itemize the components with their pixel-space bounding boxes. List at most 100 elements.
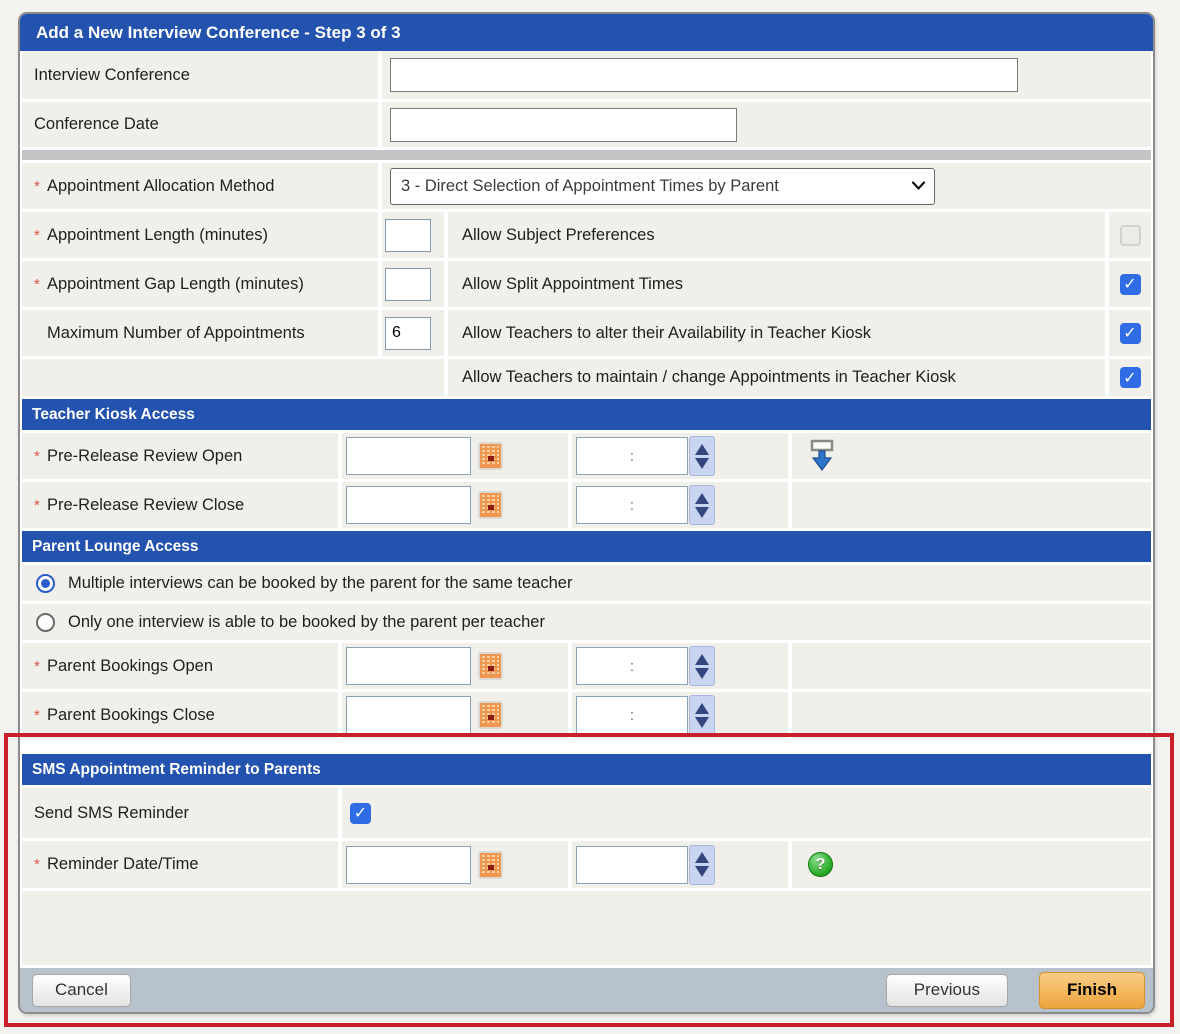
radio-row-multiple: Multiple interviews can be booked by the… [22, 565, 1151, 601]
allow-split-times-cell: Allow Split Appointment Times [448, 261, 1105, 307]
teacher-maintain-checkbox-cell [1109, 359, 1151, 396]
pre-release-open-row: * Pre-Release Review Open [22, 433, 1151, 479]
allocation-method-select-wrap: 3 - Direct Selection of Appointment Time… [390, 168, 935, 205]
appointment-gap-label-cell: * Appointment Gap Length (minutes) [22, 261, 378, 307]
required-asterisk: * [34, 227, 47, 244]
send-sms-label: Send SMS Reminder [34, 804, 189, 823]
only-one-interview-radio[interactable] [36, 613, 55, 632]
footer-bar: Cancel Previous Finish [20, 968, 1153, 1012]
pre-release-open-label-cell: * Pre-Release Review Open [22, 433, 338, 479]
reminder-date-cell [342, 841, 568, 888]
conference-date-row: Conference Date [22, 102, 1151, 147]
reminder-date-input[interactable] [346, 846, 471, 884]
multiple-interviews-radio[interactable] [36, 574, 55, 593]
reminder-extra-cell: ? [792, 841, 1151, 888]
calendar-icon[interactable] [477, 850, 504, 880]
parent-bookings-close-label: Parent Bookings Close [47, 706, 215, 725]
allow-split-times-checkbox[interactable] [1120, 274, 1141, 295]
pre-release-open-time-cell [572, 433, 788, 479]
pre-release-close-date-cell [342, 482, 568, 528]
pre-release-open-label: Pre-Release Review Open [47, 447, 242, 466]
parent-bookings-open-label: Parent Bookings Open [47, 657, 213, 676]
calendar-icon[interactable] [477, 651, 504, 681]
pre-release-close-row: * Pre-Release Review Close [22, 482, 1151, 528]
reminder-time-cell [572, 841, 788, 888]
appointment-gap-input[interactable] [385, 268, 431, 301]
allow-teacher-availability-checkbox-cell [1109, 310, 1151, 356]
pre-release-open-date-cell [342, 433, 568, 479]
dialog-title-bar: Add a New Interview Conference - Step 3 … [20, 14, 1153, 51]
interview-conference-label-cell: Interview Conference [22, 51, 378, 99]
cancel-button[interactable]: Cancel [32, 974, 131, 1007]
allow-teacher-availability-cell: Allow Teachers to alter their Availabili… [448, 310, 1105, 356]
allocation-method-label-cell: * Appointment Allocation Method [22, 163, 378, 209]
time-spinner[interactable] [689, 436, 715, 476]
appointment-gap-row: * Appointment Gap Length (minutes) Allow… [22, 261, 1151, 307]
finish-button[interactable]: Finish [1039, 972, 1145, 1009]
parent-bookings-close-row: * Parent Bookings Close [22, 692, 1151, 738]
parent-bookings-open-label-cell: * Parent Bookings Open [22, 643, 338, 689]
calendar-icon[interactable] [477, 441, 504, 471]
conference-date-label: Conference Date [34, 115, 159, 134]
only-one-interview-label: Only one interview is able to be booked … [68, 613, 545, 632]
parent-bookings-open-date-input[interactable] [346, 647, 471, 685]
reminder-time-input[interactable] [576, 846, 688, 884]
allow-subject-preferences-checkbox-cell [1109, 212, 1151, 258]
parent-bookings-close-time-input[interactable] [576, 696, 688, 734]
allocation-method-row: * Appointment Allocation Method 3 - Dire… [22, 163, 1151, 209]
parent-bookings-open-row: * Parent Bookings Open [22, 643, 1151, 689]
pre-release-close-time-input[interactable] [576, 486, 688, 524]
previous-button[interactable]: Previous [886, 974, 1008, 1007]
teacher-kiosk-header-label: Teacher Kiosk Access [32, 406, 195, 424]
sms-header-label: SMS Appointment Reminder to Parents [32, 761, 321, 779]
interview-conference-field-cell [382, 51, 1151, 99]
empty-area [22, 891, 1151, 965]
allocation-method-field-cell: 3 - Direct Selection of Appointment Time… [382, 163, 1151, 209]
radio-single-cell: Only one interview is able to be booked … [22, 604, 1151, 640]
allow-subject-preferences-cell: Allow Subject Preferences [448, 212, 1105, 258]
allow-subject-preferences-checkbox [1120, 225, 1141, 246]
parent-bookings-open-date-cell [342, 643, 568, 689]
parent-bookings-close-date-input[interactable] [346, 696, 471, 734]
appointment-gap-label: Appointment Gap Length (minutes) [47, 275, 304, 294]
calendar-icon[interactable] [477, 490, 504, 520]
parent-bookings-open-extra-cell [792, 643, 1151, 689]
copy-down-icon[interactable] [808, 439, 836, 473]
radio-row-single: Only one interview is able to be booked … [22, 604, 1151, 640]
parent-bookings-open-time-cell [572, 643, 788, 689]
help-icon[interactable]: ? [808, 852, 833, 877]
appointment-length-label: Appointment Length (minutes) [47, 226, 268, 245]
interview-conference-label: Interview Conference [34, 66, 190, 85]
appointment-length-label-cell: * Appointment Length (minutes) [22, 212, 378, 258]
time-spinner[interactable] [689, 845, 715, 885]
allow-teacher-availability-label: Allow Teachers to alter their Availabili… [462, 324, 871, 343]
conference-date-input[interactable] [390, 108, 737, 142]
calendar-icon[interactable] [477, 700, 504, 730]
pre-release-open-date-input[interactable] [346, 437, 471, 475]
appointment-length-field-cell [382, 212, 444, 258]
send-sms-label-cell: Send SMS Reminder [22, 788, 338, 838]
allocation-method-select[interactable]: 3 - Direct Selection of Appointment Time… [390, 168, 935, 205]
send-sms-checkbox[interactable] [350, 803, 371, 824]
conference-date-field-cell [382, 102, 1151, 147]
appointment-gap-field-cell [382, 261, 444, 307]
time-spinner[interactable] [689, 485, 715, 525]
send-sms-row: Send SMS Reminder [22, 788, 1151, 838]
max-appointments-input[interactable] [385, 317, 431, 350]
required-asterisk: * [34, 276, 47, 293]
parent-lounge-header-label: Parent Lounge Access [32, 538, 199, 556]
allow-split-times-label: Allow Split Appointment Times [462, 275, 683, 294]
time-spinner[interactable] [689, 695, 715, 735]
pre-release-close-date-input[interactable] [346, 486, 471, 524]
time-spinner[interactable] [689, 646, 715, 686]
pre-release-open-time-input[interactable] [576, 437, 688, 475]
appointment-length-input[interactable] [385, 219, 431, 252]
parent-bookings-open-time-input[interactable] [576, 647, 688, 685]
allow-teacher-availability-checkbox[interactable] [1120, 323, 1141, 344]
dialog-panel: Add a New Interview Conference - Step 3 … [18, 12, 1155, 1014]
required-asterisk: * [34, 448, 47, 465]
interview-conference-input[interactable] [390, 58, 1018, 92]
section-divider [22, 150, 1151, 160]
conference-date-label-cell: Conference Date [22, 102, 378, 147]
teacher-maintain-checkbox[interactable] [1120, 367, 1141, 388]
